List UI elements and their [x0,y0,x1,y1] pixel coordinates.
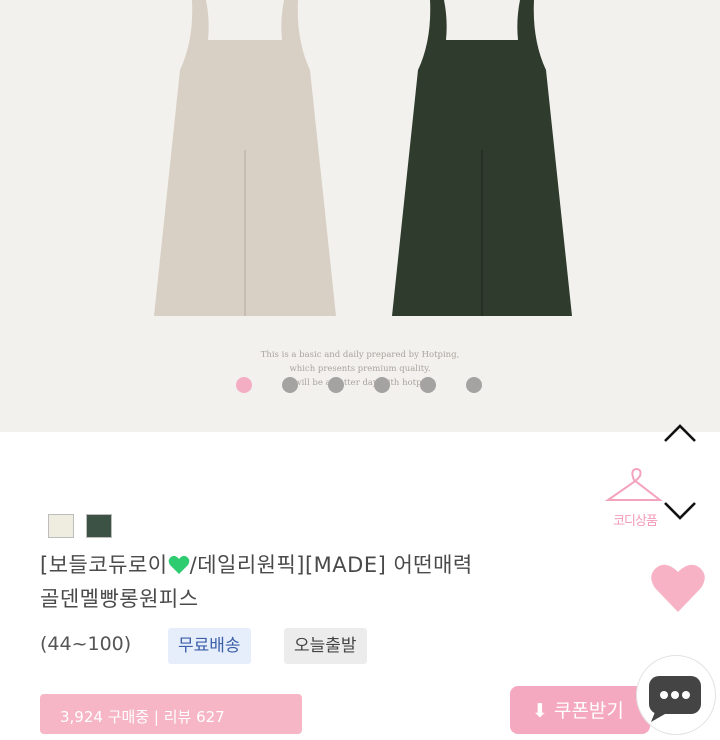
codi-label: 코디상품 [613,514,658,529]
chat-bubble-icon [649,676,701,722]
hanger-icon [604,467,663,501]
caption-line: This is a basic and daily prepared by Ho… [260,350,460,360]
ivory-swatch[interactable] [48,514,74,538]
carousel-dot[interactable] [328,377,344,393]
khaki-dress-image [392,0,572,316]
stats-text: 3,924 구매중 | 리뷰 627 [60,708,225,726]
coupon-download-button[interactable]: ⬇ 쿠폰받기 [510,686,650,734]
ships-today-badge: 오늘출발 [284,628,367,664]
coupon-label: ⬇ 쿠폰받기 [532,700,624,722]
carousel-dot[interactable] [420,377,436,393]
carousel-indicators [0,377,720,395]
chat-button[interactable] [636,655,716,735]
beige-dress-image [154,0,336,316]
chevron-up-icon[interactable] [662,422,698,444]
khaki-swatch[interactable] [86,514,112,538]
carousel-dot[interactable] [236,377,252,393]
chevron-down-icon[interactable] [662,500,698,522]
free-shipping-badge: 무료배송 [168,628,251,664]
caption-line: which presents premium quality. [289,364,431,374]
title-line2: 골덴멜빵롱원피스 [40,587,199,611]
codi-items-button[interactable]: 코디상품 [602,466,666,530]
product-title: [보들코듀로이/데일리원픽][MADE] 어떤매력 골덴멜빵롱원피스 [40,548,600,616]
carousel-dot[interactable] [466,377,482,393]
title-part2: /데일리원픽][MADE] 어떤매력 [189,553,473,577]
title-part1: [보들코듀로이 [40,553,168,577]
heart-icon[interactable] [650,562,706,614]
green-heart-icon [168,555,189,574]
carousel-dot[interactable] [282,377,298,393]
purchase-review-stats[interactable]: 3,924 구매중 | 리뷰 627 [40,694,302,734]
carousel-dot[interactable] [374,377,390,393]
size-range: (44~100) [40,633,132,655]
product-image-carousel[interactable]: This is a basic and daily prepared by Ho… [0,0,720,432]
